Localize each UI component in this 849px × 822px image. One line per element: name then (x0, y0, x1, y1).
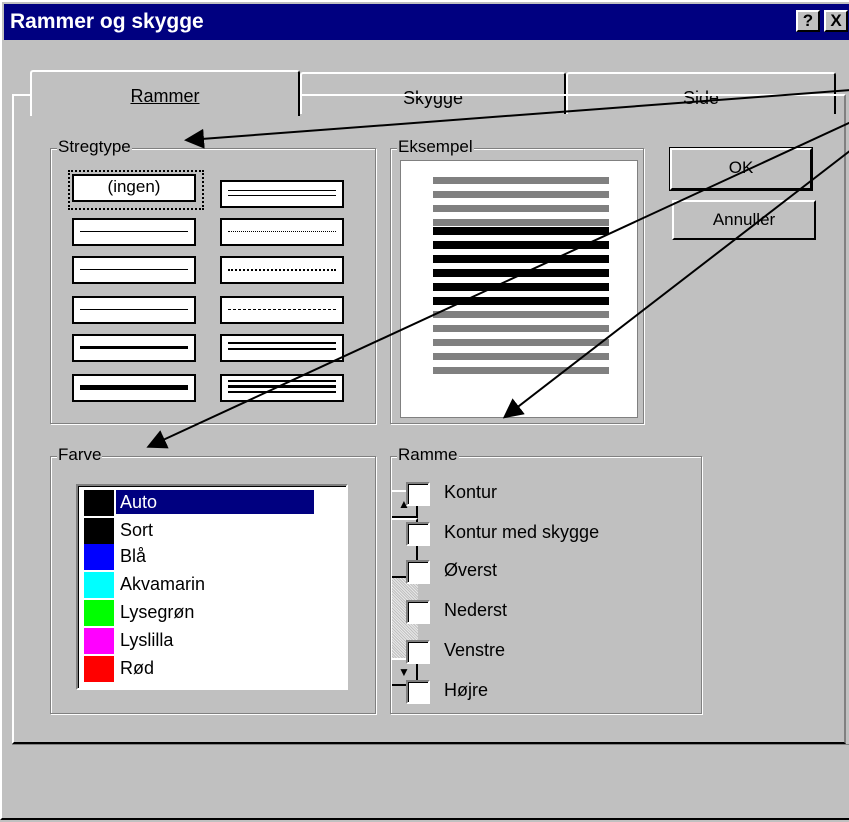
line-style-thin-2[interactable] (72, 256, 196, 284)
line-style-double-thick[interactable] (220, 334, 344, 362)
option-label: Venstre (444, 640, 506, 660)
cancel-button[interactable]: Annuller (672, 200, 816, 240)
tab-label: Rammer (130, 86, 200, 106)
example-legend: Eksempel (397, 137, 474, 157)
preview-line (433, 219, 609, 226)
preview-line-selected (433, 283, 609, 291)
line-style-none[interactable]: (ingen) (72, 174, 196, 202)
dialog-title: Rammer og skygge (10, 10, 204, 33)
line-style-thin-3[interactable] (72, 296, 196, 324)
preview-line (433, 205, 609, 212)
option-label: Nederst (444, 600, 508, 620)
checkbox[interactable] (406, 600, 430, 624)
swatch (84, 544, 114, 570)
color-item-label: Rød (120, 658, 155, 678)
line-style-thin[interactable] (72, 218, 196, 246)
title-bar[interactable]: Rammer og skygge ? X (4, 4, 849, 40)
line-style-dotted[interactable] (220, 256, 344, 284)
option-label: Højre (444, 680, 488, 700)
color-item-auto[interactable]: Auto (82, 488, 314, 516)
border-legend: Ramme (397, 445, 459, 465)
preview-line (433, 311, 609, 318)
checkbox[interactable] (406, 560, 430, 584)
swatch (84, 600, 114, 626)
line-style-dashed[interactable] (220, 296, 344, 324)
checkbox[interactable] (406, 482, 430, 506)
preview-line-selected (433, 297, 609, 305)
option-label: Kontur (444, 482, 498, 502)
color-item-sort[interactable]: Sort (82, 516, 314, 544)
line-style-thick[interactable] (72, 374, 196, 402)
checkbox[interactable] (406, 522, 430, 546)
swatch (84, 572, 114, 598)
tab-rammer[interactable]: Rammer (30, 70, 300, 116)
line-style-dotted-fine[interactable] (220, 218, 344, 246)
option-label: Kontur med skygge (444, 522, 600, 542)
line-style-triple[interactable] (220, 374, 344, 402)
swatch (84, 656, 114, 682)
color-item-akvamarin[interactable]: Akvamarin (82, 570, 314, 598)
close-button[interactable]: X (824, 10, 848, 32)
color-item-lysegroen[interactable]: Lysegrøn (82, 598, 314, 626)
color-item-label: Akvamarin (120, 574, 206, 594)
color-listbox[interactable]: Auto Sort Blå Akvamarin Lysegrøn Lyslill… (76, 484, 418, 690)
checkbox[interactable] (406, 680, 430, 704)
dialog-bottom-edge (12, 744, 849, 745)
line-style-none-label: (ingen) (107, 177, 161, 196)
swatch (84, 490, 114, 516)
preview-line-selected (433, 255, 609, 263)
checkbox[interactable] (406, 640, 430, 664)
color-item-roed[interactable]: Rød (82, 654, 314, 682)
ok-button[interactable]: OK (669, 147, 813, 191)
preview-line (433, 367, 609, 374)
preview-line (433, 339, 609, 346)
line-style-double[interactable] (220, 180, 344, 208)
help-button[interactable]: ? (796, 10, 820, 32)
border-preview[interactable] (400, 160, 638, 418)
option-label: Øverst (444, 560, 498, 580)
swatch (84, 628, 114, 654)
preview-line (433, 177, 609, 184)
line-style-legend: Stregtype (57, 137, 132, 157)
color-item-label: Lysegrøn (120, 602, 195, 622)
color-item-label: Sort (120, 520, 154, 540)
preview-line (433, 325, 609, 332)
preview-line (433, 353, 609, 360)
border-group: Ramme (390, 445, 702, 714)
color-item-label: Auto (116, 490, 314, 514)
color-item-blaa[interactable]: Blå (82, 542, 314, 570)
dialog-window: Rammer og skygge ? X Rammer Skygge Side … (0, 0, 849, 820)
color-legend: Farve (57, 445, 103, 465)
color-item-lyslilla[interactable]: Lyslilla (82, 626, 314, 654)
color-item-label: Lyslilla (120, 630, 174, 650)
line-style-medium[interactable] (72, 334, 196, 362)
preview-line-selected (433, 269, 609, 277)
swatch (84, 518, 114, 544)
preview-line-selected (433, 227, 609, 235)
preview-line-selected (433, 241, 609, 249)
color-item-label: Blå (120, 546, 147, 566)
preview-line (433, 191, 609, 198)
